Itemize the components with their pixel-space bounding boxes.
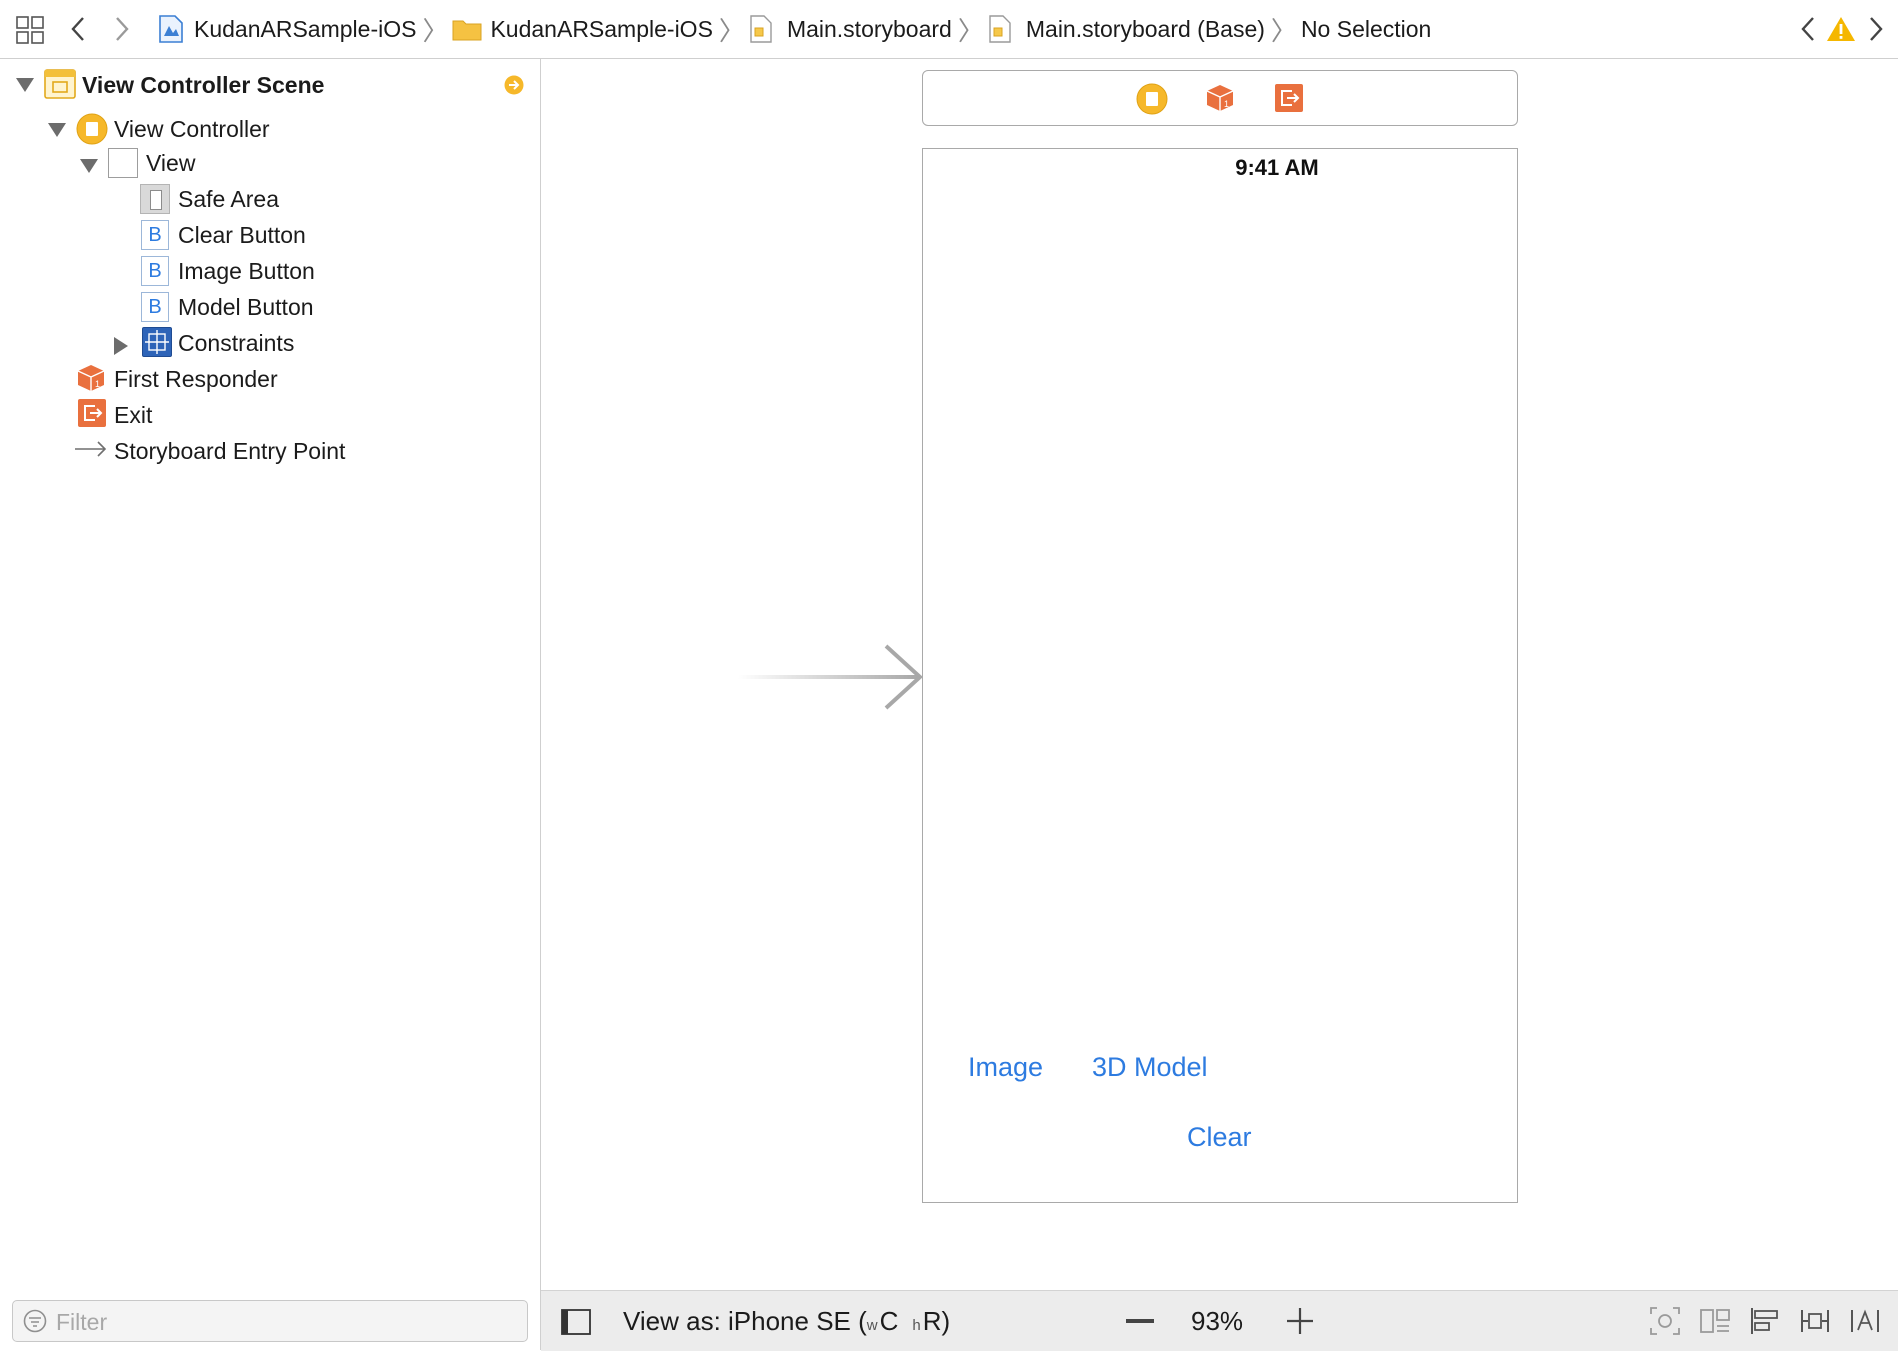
constraints-icon	[142, 327, 172, 357]
crumb-separator-icon: 〉	[1270, 15, 1297, 46]
size-class-r: R	[922, 1305, 942, 1336]
view-controller-icon[interactable]	[1136, 83, 1168, 115]
size-class-w: w	[866, 1316, 878, 1334]
storyboard-file-icon	[750, 15, 772, 43]
entry-point-arrow-icon[interactable]	[738, 644, 924, 710]
outline-item-clear-button[interactable]: Clear Button	[178, 217, 306, 253]
view-controller-canvas[interactable]: 9:41 AM Image 3D Model Clear	[922, 148, 1518, 1203]
chevron-right-icon	[116, 17, 129, 41]
folder-icon	[452, 20, 482, 41]
crumb-no-selection[interactable]: No Selection	[1301, 16, 1431, 43]
disclosure-expanded-icon[interactable]	[16, 78, 34, 92]
previous-issue-button[interactable]	[1794, 14, 1822, 44]
outline-item-view-controller[interactable]: View Controller	[114, 111, 270, 147]
model-button[interactable]: 3D Model	[1092, 1052, 1208, 1083]
outline-item-safe-area[interactable]: Safe Area	[178, 181, 279, 217]
canvas-bottom-bar: View as: iPhone SE ( w C h R ) 93%	[541, 1290, 1898, 1351]
breadcrumb: KudanARSample-iOS 〉 KudanARSample-iOS 〉 …	[158, 0, 1431, 58]
add-constraints-icon[interactable]	[1799, 1306, 1831, 1336]
zoom-in-icon[interactable]	[1286, 1307, 1314, 1335]
view-as-prefix: View as: iPhone SE (	[623, 1305, 867, 1336]
first-responder-icon: 1	[76, 363, 106, 393]
clear-button[interactable]: Clear	[1187, 1122, 1252, 1153]
size-class-c: C	[879, 1305, 899, 1336]
crumb-storyboard-base[interactable]: Main.storyboard (Base)	[988, 14, 1265, 44]
zoom-out-icon[interactable]	[1126, 1319, 1154, 1323]
chevron-left-icon	[71, 17, 84, 41]
filter-field[interactable]: Filter	[12, 1300, 528, 1342]
size-class-h: h	[912, 1316, 921, 1334]
jump-bar: KudanARSample-iOS 〉 KudanARSample-iOS 〉 …	[0, 0, 1898, 59]
crumb-separator-icon: 〉	[422, 15, 449, 46]
crumb-folder-label: KudanARSample-iOS	[490, 15, 713, 42]
zoom-level: 93%	[1191, 1305, 1244, 1336]
crumb-separator-icon: 〉	[718, 15, 745, 46]
crumb-storyboard-base-label: Main.storyboard (Base)	[1025, 15, 1265, 42]
align-icon[interactable]	[1749, 1306, 1781, 1336]
filter-icon	[23, 1309, 47, 1333]
view-as-device[interactable]: View as: iPhone SE ( w C h R )	[623, 1291, 950, 1351]
exit-icon	[78, 399, 106, 427]
svg-text:1: 1	[95, 379, 100, 389]
crumb-project[interactable]: KudanARSample-iOS	[158, 14, 416, 44]
view-controller-icon	[76, 113, 108, 145]
update-frames-icon[interactable]	[1649, 1306, 1681, 1336]
view-as-suffix: )	[941, 1305, 951, 1336]
back-button[interactable]	[64, 14, 92, 44]
safe-area-icon	[140, 184, 170, 214]
button-icon: B	[141, 292, 169, 322]
scene-icon	[44, 69, 76, 99]
crumb-storyboard[interactable]: Main.storyboard	[749, 14, 952, 44]
chevron-right-icon	[1870, 17, 1883, 41]
forward-button[interactable]	[108, 14, 136, 44]
button-icon: B	[141, 256, 169, 286]
related-items-icon[interactable]	[16, 16, 44, 44]
outline-item-storyboard-entry-point[interactable]: Storyboard Entry Point	[114, 433, 345, 469]
outline-item-constraints[interactable]: Constraints	[178, 325, 294, 361]
disclosure-collapsed-icon[interactable]	[114, 337, 128, 355]
crumb-separator-icon: 〉	[957, 15, 984, 46]
status-bar-time: 9:41 AM	[1235, 155, 1319, 180]
disclosure-expanded-icon[interactable]	[48, 123, 66, 137]
svg-text:1: 1	[1224, 99, 1229, 109]
toggle-outline-icon[interactable]	[561, 1309, 591, 1335]
embed-in-stack-icon[interactable]	[1699, 1306, 1731, 1336]
button-icon: B	[141, 220, 169, 250]
first-responder-icon[interactable]: 1	[1205, 83, 1235, 113]
scene-dock: 1	[922, 70, 1518, 126]
next-issue-button[interactable]	[1862, 14, 1890, 44]
project-icon	[159, 15, 183, 43]
document-outline: View Controller Scene View Controller Vi…	[0, 59, 541, 1350]
view-icon	[108, 148, 138, 178]
outline-item-image-button[interactable]: Image Button	[178, 253, 315, 289]
storyboard-file-icon	[989, 15, 1011, 43]
outline-item-model-button[interactable]: Model Button	[178, 289, 314, 325]
disclosure-expanded-icon[interactable]	[80, 159, 98, 173]
outline-item-view[interactable]: View	[146, 145, 195, 181]
outline-item-exit[interactable]: Exit	[114, 397, 152, 433]
filter-placeholder: Filter	[56, 1309, 108, 1335]
scene-go-icon[interactable]	[504, 75, 524, 95]
crumb-project-label: KudanARSample-iOS	[194, 15, 417, 42]
image-button[interactable]: Image	[968, 1052, 1043, 1083]
warning-icon[interactable]	[1826, 16, 1856, 42]
scene-title[interactable]: View Controller Scene	[82, 67, 324, 103]
chevron-left-icon	[1801, 17, 1814, 41]
resolve-layout-issues-icon[interactable]	[1849, 1306, 1881, 1336]
exit-icon[interactable]	[1275, 84, 1303, 112]
crumb-storyboard-label: Main.storyboard	[786, 15, 952, 42]
entry-arrow-icon	[74, 439, 108, 459]
crumb-folder[interactable]: KudanARSample-iOS	[452, 15, 713, 43]
outline-item-first-responder[interactable]: First Responder	[114, 361, 278, 397]
